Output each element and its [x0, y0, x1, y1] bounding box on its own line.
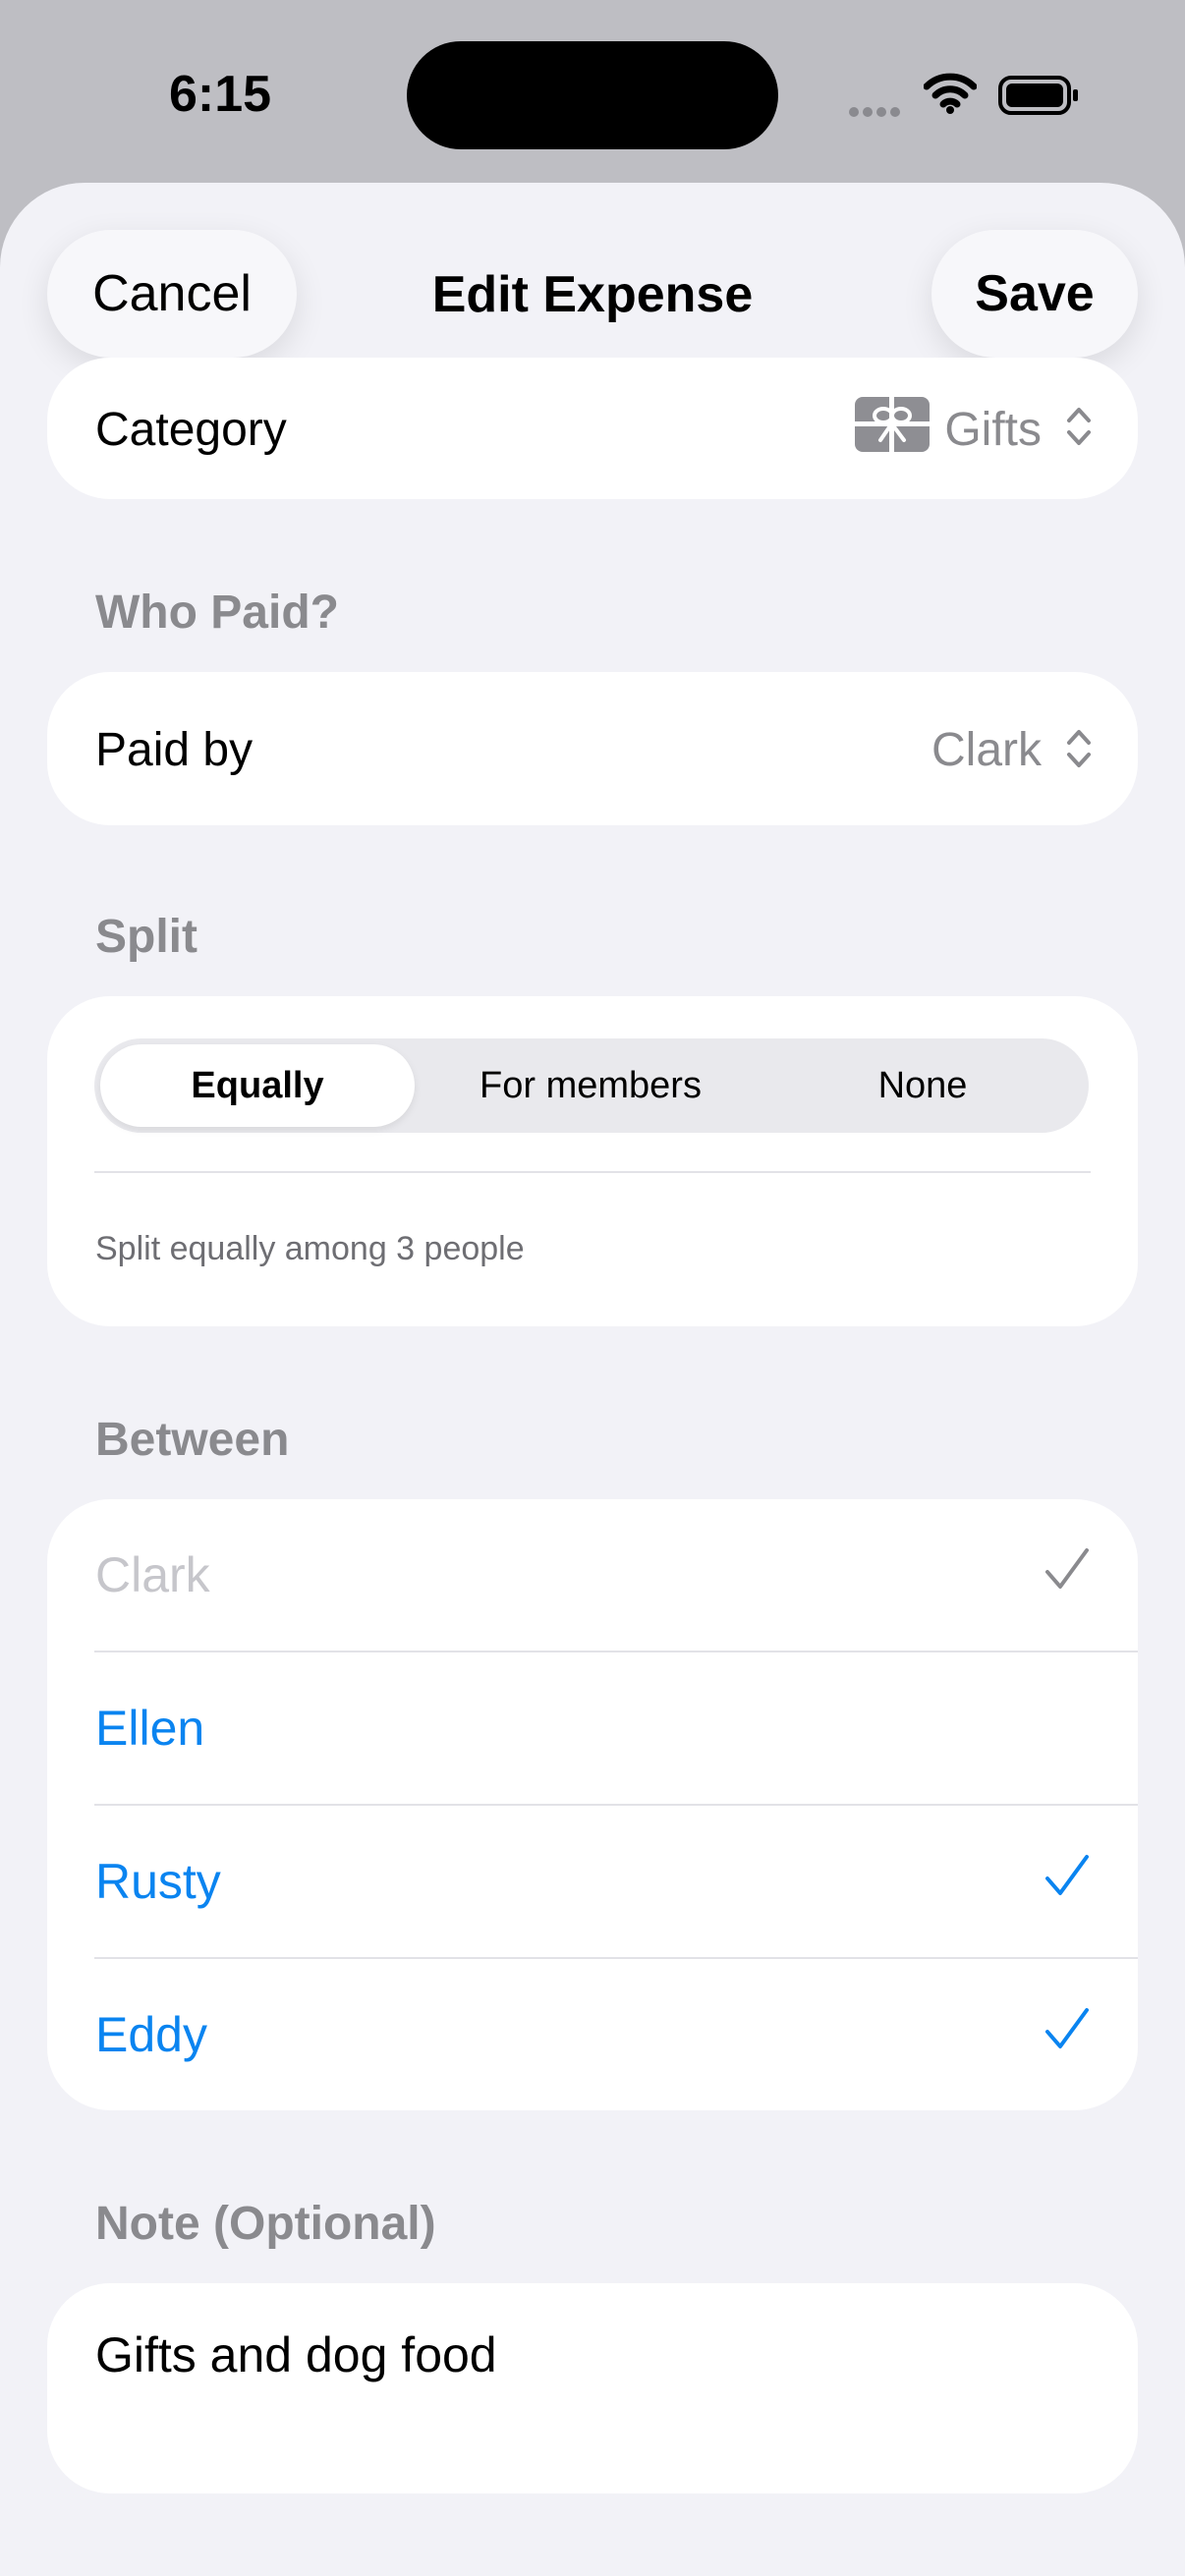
member-name: Eddy [95, 2007, 207, 2062]
category-label: Category [95, 404, 287, 456]
member-name: Ellen [95, 1701, 205, 1756]
paid-by-row[interactable]: Paid by Clark [47, 672, 1138, 825]
segment-equally[interactable]: Equally [100, 1044, 415, 1127]
between-header: Between [95, 1414, 290, 1466]
split-segmented-control: Equally For members None [94, 1038, 1089, 1133]
paid-by-label: Paid by [95, 724, 254, 776]
cellular-signal-icon [849, 104, 904, 122]
who-paid-header: Who Paid? [95, 587, 339, 639]
checkmark-icon [1044, 1546, 1091, 1596]
wifi-icon [923, 73, 978, 119]
member-row-eddy[interactable]: Eddy [47, 1959, 1138, 2112]
note-header: Note (Optional) [95, 2198, 436, 2250]
category-value: Gifts [944, 404, 1042, 456]
divider [94, 1171, 1091, 1173]
checkmark-icon [1044, 2006, 1091, 2056]
member-row-clark[interactable]: Clark [47, 1499, 1138, 1652]
status-time: 6:15 [169, 66, 272, 123]
member-name: Clark [95, 1547, 210, 1602]
chevron-updown-icon [1065, 405, 1093, 453]
segment-for-members[interactable]: For members [428, 1044, 753, 1127]
member-row-ellen[interactable]: Ellen [47, 1652, 1138, 1806]
chevron-updown-icon [1065, 727, 1093, 775]
note-field[interactable]: Gifts and dog food [47, 2283, 1138, 2493]
split-header: Split [95, 911, 198, 963]
split-card: Equally For members None Split equally a… [47, 996, 1138, 1326]
status-bar: 6:15 [0, 0, 1185, 187]
members-list: Clark Ellen Rusty Eddy [47, 1499, 1138, 2110]
category-row[interactable]: Category Gifts [47, 358, 1138, 499]
member-name: Rusty [95, 1854, 221, 1909]
segment-none[interactable]: None [762, 1044, 1083, 1127]
dynamic-island [407, 41, 778, 149]
battery-icon [998, 75, 1081, 121]
gift-icon [855, 397, 930, 457]
checkmark-icon [1044, 1853, 1091, 1903]
split-description: Split equally among 3 people [95, 1230, 525, 1267]
save-button[interactable]: Save [931, 230, 1138, 358]
member-row-rusty[interactable]: Rusty [47, 1806, 1138, 1959]
paid-by-value: Clark [931, 724, 1042, 776]
note-text: Gifts and dog food [95, 2327, 497, 2382]
